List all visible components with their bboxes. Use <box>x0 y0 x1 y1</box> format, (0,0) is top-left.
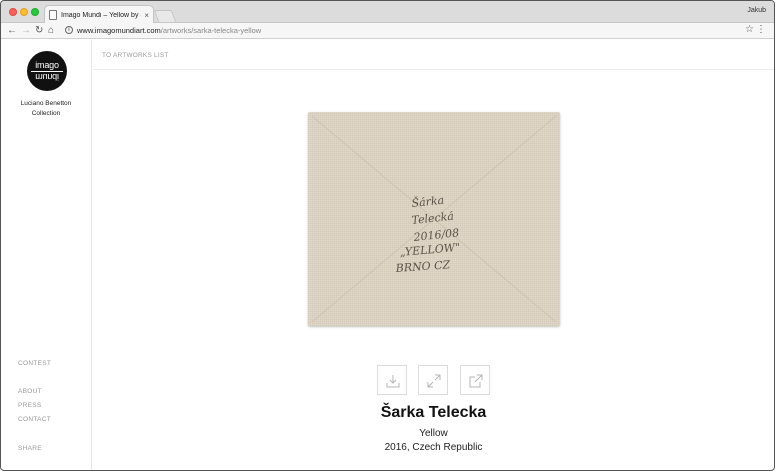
collection-name: Luciano Benetton Collection <box>20 100 72 117</box>
reload-icon[interactable]: ↻ <box>35 24 43 38</box>
maximize-window-button[interactable] <box>31 8 39 16</box>
expand-icon <box>427 374 441 388</box>
nav-share[interactable]: SHARE <box>18 445 42 452</box>
page-icon <box>49 10 57 20</box>
bookmark-star-icon[interactable]: ☆ <box>745 24 754 35</box>
canvas-inscription: Šárka Telecká 2016/08 „YELLOW" BRNO CZ <box>311 115 557 323</box>
forward-icon[interactable]: → <box>21 24 31 38</box>
logo-text-top: imago <box>35 60 59 70</box>
artwork-image[interactable]: Šárka Telecká 2016/08 „YELLOW" BRNO CZ <box>308 112 560 326</box>
page-body: imago mundi Luciano Benetton Collection … <box>1 40 774 470</box>
inscription-line: BRNO CZ <box>394 258 451 275</box>
url-host: www.imagomundiart.com <box>77 26 161 35</box>
browser-toolbar: ← → ↻ ⌂ i www.imagomundiart.com/artworks… <box>1 23 774 39</box>
inscription-line: „YELLOW" <box>399 241 460 259</box>
sidebar: imago mundi Luciano Benetton Collection … <box>1 40 92 470</box>
download-icon <box>386 375 400 388</box>
tab-title: Imago Mundi – Yellow by Šarka <box>61 11 141 19</box>
tab-strip: Imago Mundi – Yellow by Šarka × Jakub <box>1 1 774 24</box>
nav-contest[interactable]: CONTEST <box>18 360 51 367</box>
close-window-button[interactable] <box>9 8 17 16</box>
artwork-title: Yellow <box>419 428 448 439</box>
info-icon[interactable]: i <box>65 26 73 34</box>
imago-mundi-logo[interactable]: imago mundi <box>27 51 67 91</box>
home-icon[interactable]: ⌂ <box>48 24 54 38</box>
nav-press[interactable]: PRESS <box>18 402 42 409</box>
address-bar[interactable]: www.imagomundiart.com/artworks/sarka-tel… <box>77 25 261 37</box>
minimize-window-button[interactable] <box>20 8 28 16</box>
inscription-line: Telecká <box>411 210 455 227</box>
artist-name: Šarka Telecka <box>380 404 487 421</box>
nav-about[interactable]: ABOUT <box>18 388 42 395</box>
artwork-year-country: 2016, Czech Republic <box>384 442 483 453</box>
content-divider <box>93 69 774 70</box>
more-menu-icon[interactable]: ⋮ <box>756 24 766 35</box>
download-button[interactable] <box>377 365 407 395</box>
share-icon <box>469 374 483 388</box>
new-tab-button[interactable] <box>153 10 177 22</box>
tab-close-icon[interactable]: × <box>144 11 149 20</box>
profile-name[interactable]: Jakub <box>747 7 766 14</box>
fullscreen-button[interactable] <box>418 365 448 395</box>
logo-text-bottom: mundi <box>35 72 59 82</box>
browser-window: Imago Mundi – Yellow by Šarka × Jakub ← … <box>0 0 775 471</box>
nav-contact[interactable]: CONTACT <box>18 416 51 423</box>
artwork-content: TO ARTWORKS LIST Šárka Telecká 2016/08 „… <box>93 40 774 470</box>
back-icon[interactable]: ← <box>7 24 17 38</box>
back-to-artworks-link[interactable]: TO ARTWORKS LIST <box>102 52 169 59</box>
url-path: /artworks/sarka-telecka-yellow <box>160 26 262 35</box>
browser-tab[interactable]: Imago Mundi – Yellow by Šarka × <box>44 5 154 24</box>
inscription-line: Šárka <box>411 193 445 210</box>
share-button[interactable] <box>460 365 490 395</box>
